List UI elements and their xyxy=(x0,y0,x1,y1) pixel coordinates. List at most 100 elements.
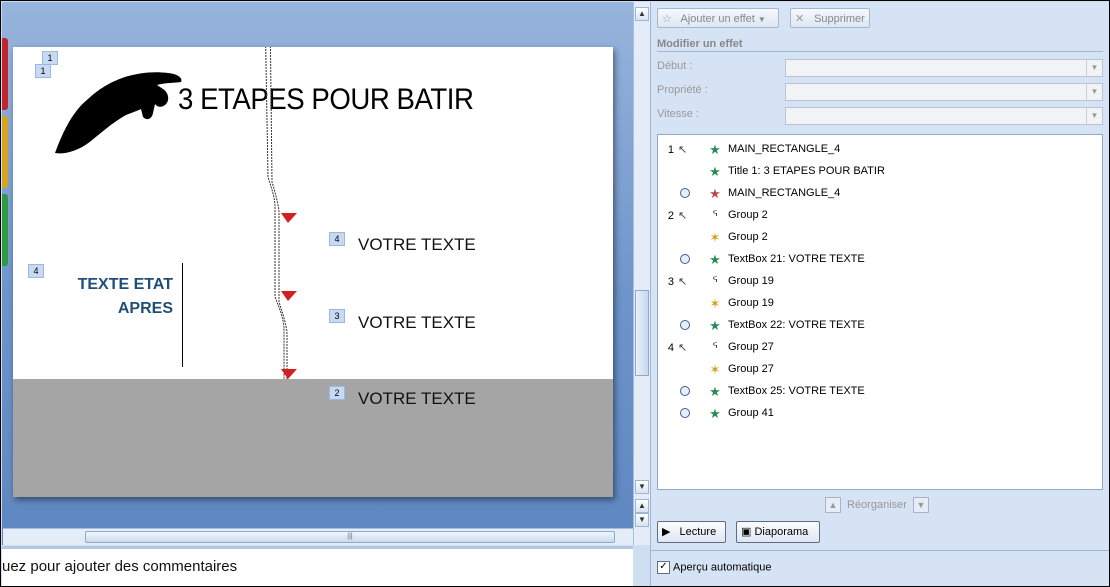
move-down-icon[interactable]: ▼ xyxy=(912,497,929,513)
start-label: Début : xyxy=(657,60,693,72)
motion-path-icon: ᕐ xyxy=(712,340,718,355)
textbox-votre-texte-3[interactable]: VOTRE TEXTE xyxy=(358,389,476,409)
tab-yellow[interactable] xyxy=(2,116,8,188)
speed-label: Vitesse : xyxy=(657,108,699,120)
chevron-down-icon: ▼ xyxy=(757,15,766,24)
autopreview-checkbox[interactable]: ✓ Aperçu automatique xyxy=(657,561,771,574)
powerpoint-window: 1 1 3 ETAPES POUR BATIR 4 TEXTE ETAT APR… xyxy=(0,0,1110,587)
effect-row[interactable]: 3 ↖ ᕐ Group 19 xyxy=(658,271,1102,293)
effect-row[interactable]: 4 ↖ ᕐ Group 27 xyxy=(658,337,1102,359)
effect-row[interactable]: ★ MAIN_RECTANGLE_4 xyxy=(658,183,1102,205)
entrance-star-icon: ★ xyxy=(709,406,721,421)
effect-row[interactable]: 1 ↖ ★ MAIN_RECTANGLE_4 xyxy=(658,139,1102,161)
emphasis-star-icon: ✶ xyxy=(709,230,721,245)
previous-slide-icon[interactable]: ▲ xyxy=(635,499,649,513)
effect-label: Group 41 xyxy=(728,407,774,419)
reorder-controls: ▲ Réorganiser ▼ xyxy=(819,497,935,513)
notes-pane[interactable]: uez pour ajouter des commentaires xyxy=(2,546,633,586)
speed-select[interactable]: ▼ xyxy=(785,107,1103,125)
effect-row[interactable]: ✶ Group 27 xyxy=(658,359,1102,381)
autopreview-label: Aperçu automatique xyxy=(673,561,772,574)
entrance-star-icon: ★ xyxy=(709,318,721,333)
tab-red[interactable] xyxy=(2,38,8,110)
anim-tag-4[interactable]: 4 xyxy=(329,232,345,246)
scroll-up-icon[interactable]: ▲ xyxy=(635,7,649,21)
effect-label: MAIN_RECTANGLE_4 xyxy=(728,143,841,155)
anim-tag-3[interactable]: 3 xyxy=(329,309,345,323)
effect-order-number: 2 xyxy=(667,210,674,222)
property-label: Propriété : xyxy=(657,84,708,96)
chevron-down-icon: ▼ xyxy=(1086,60,1102,76)
motion-path-overlay xyxy=(265,47,297,379)
effect-label: Group 19 xyxy=(728,275,774,287)
effect-row[interactable]: 2 ↖ ᕐ Group 2 xyxy=(658,205,1102,227)
custom-animation-pane: ☆ Ajouter un effet ▼ ✕ Supprimer Modifie… xyxy=(650,2,1109,586)
entrance-star-icon: ★ xyxy=(709,164,721,179)
exit-star-icon: ★ xyxy=(709,186,721,201)
mouse-click-icon: ↖ xyxy=(678,276,688,288)
effect-row[interactable]: ✶ Group 2 xyxy=(658,227,1102,249)
motion-path-icon: ᕐ xyxy=(712,208,718,223)
emphasis-star-icon: ✶ xyxy=(709,362,721,377)
effect-row[interactable]: ★ TextBox 25: VOTRE TEXTE xyxy=(658,381,1102,403)
effect-row[interactable]: ★ Group 41 xyxy=(658,403,1102,425)
next-slide-icon[interactable]: ▼ xyxy=(635,513,649,527)
effect-label: Group 27 xyxy=(728,341,774,353)
emphasis-star-icon: ✶ xyxy=(709,296,721,311)
notes-placeholder[interactable]: uez pour ajouter des commentaires xyxy=(2,558,237,575)
clock-icon xyxy=(680,320,690,330)
effect-label: Group 2 xyxy=(728,231,768,243)
effect-order-number: 3 xyxy=(667,276,674,288)
reorder-label: Réorganiser xyxy=(847,498,907,511)
checkbox-box[interactable]: ✓ xyxy=(657,561,670,574)
horizontal-scrollbar[interactable]: ||| xyxy=(3,528,633,545)
effect-label: TextBox 21: VOTRE TEXTE xyxy=(728,253,865,265)
horizontal-scroll-thumb[interactable]: ||| xyxy=(85,531,615,543)
textbox-votre-texte-2[interactable]: VOTRE TEXTE xyxy=(358,313,476,333)
chevron-down-icon: ▼ xyxy=(1086,84,1102,100)
chevron-down-icon: ▼ xyxy=(1086,108,1102,124)
play-button[interactable]: ▶ Lecture xyxy=(657,521,726,543)
motion-end-marker-1 xyxy=(281,213,297,223)
motion-path-icon: ᕐ xyxy=(712,274,718,289)
slide-canvas[interactable]: 1 1 3 ETAPES POUR BATIR 4 TEXTE ETAT APR… xyxy=(13,47,613,497)
mouse-click-icon: ↖ xyxy=(678,342,688,354)
effect-label: Group 27 xyxy=(728,363,774,375)
entrance-star-icon: ★ xyxy=(709,142,721,157)
effect-order-number: 1 xyxy=(667,144,674,156)
delete-effect-button[interactable]: ✕ Supprimer xyxy=(790,8,870,28)
start-select[interactable]: ▼ xyxy=(785,59,1103,77)
slide-tab-strip xyxy=(2,38,8,272)
animation-effect-list[interactable]: 1 ↖ ★ MAIN_RECTANGLE_4 ★ Title 1: 3 ETAPES PO… xyxy=(657,134,1103,490)
textbox-votre-texte-1[interactable]: VOTRE TEXTE xyxy=(358,235,476,255)
effect-label: TextBox 22: VOTRE TEXTE xyxy=(728,319,865,331)
effect-label: Group 19 xyxy=(728,297,774,309)
add-effect-button[interactable]: ☆ Ajouter un effet ▼ xyxy=(657,8,779,28)
clock-icon xyxy=(680,254,690,264)
vertical-scroll-thumb[interactable] xyxy=(635,290,649,376)
vertical-scrollbar[interactable]: ▲ ▼ ▲ ▼ xyxy=(633,2,650,545)
entrance-star-icon: ★ xyxy=(709,384,721,399)
add-effect-label: Ajouter un effet xyxy=(680,13,755,25)
effect-label: Title 1: 3 ETAPES POUR BATIR xyxy=(728,165,885,177)
tab-green[interactable] xyxy=(2,194,8,266)
add-effect-star-icon: ☆ xyxy=(662,13,672,25)
slideshow-label: Diaporama xyxy=(754,526,809,538)
effect-row[interactable]: ★ Title 1: 3 ETAPES POUR BATIR xyxy=(658,161,1102,183)
play-label: Lecture xyxy=(679,526,717,538)
anim-tag-2[interactable]: 2 xyxy=(329,386,345,400)
scroll-down-icon[interactable]: ▼ xyxy=(635,480,649,494)
entrance-star-icon: ★ xyxy=(709,252,721,267)
clock-icon xyxy=(680,188,690,198)
slideshow-button[interactable]: ▣ Diaporama xyxy=(736,521,820,543)
effect-row[interactable]: ★ TextBox 21: VOTRE TEXTE xyxy=(658,249,1102,271)
effect-row[interactable]: ★ TextBox 22: VOTRE TEXTE xyxy=(658,315,1102,337)
delete-icon: ✕ xyxy=(795,13,805,25)
move-up-icon[interactable]: ▲ xyxy=(825,497,841,513)
mouse-click-icon: ↖ xyxy=(678,210,688,222)
effect-row[interactable]: ✶ Group 19 xyxy=(658,293,1102,315)
delete-label: Supprimer xyxy=(814,13,865,25)
property-select[interactable]: ▼ xyxy=(785,83,1103,101)
motion-end-marker-3 xyxy=(281,369,297,379)
slideshow-icon: ▣ xyxy=(741,526,755,538)
